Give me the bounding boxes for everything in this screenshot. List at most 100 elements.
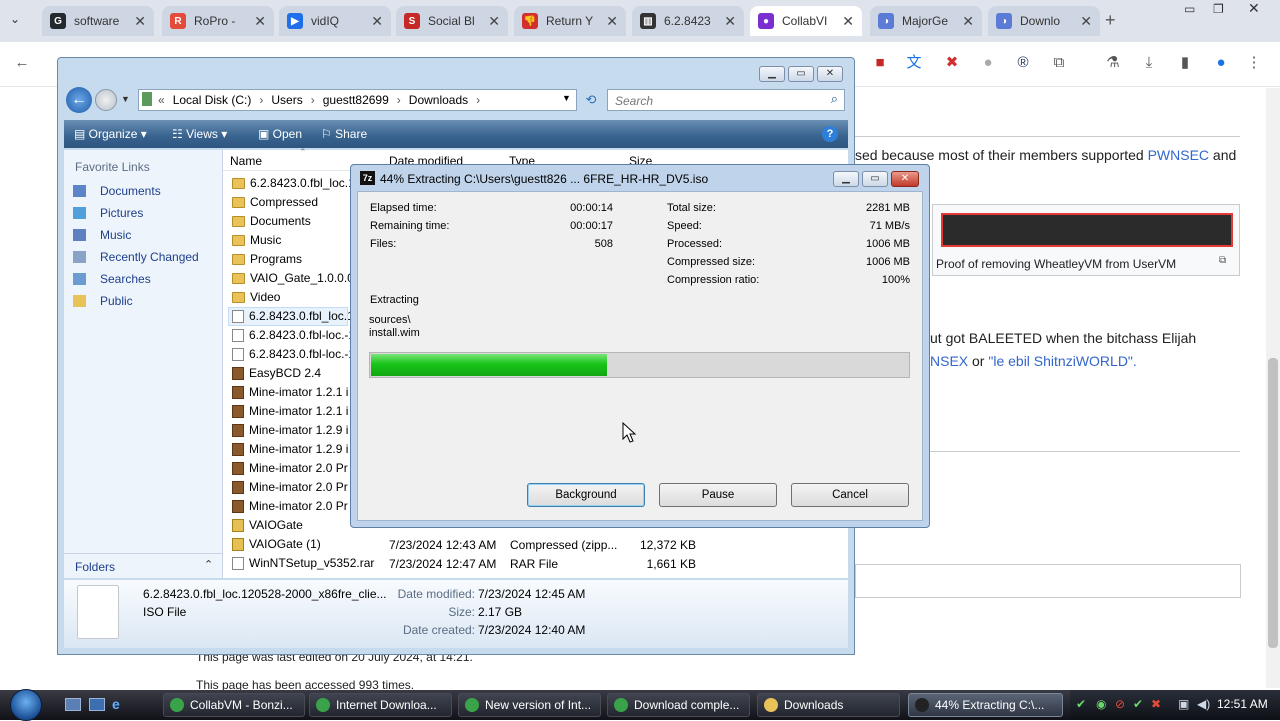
file-row[interactable]: Mine-imator 1.2.9 i bbox=[232, 423, 348, 437]
search-input[interactable]: Search ⌕ bbox=[607, 89, 845, 111]
browser-tab[interactable]: ◑ MajorGe ✕ bbox=[870, 6, 982, 36]
browser-tab[interactable]: R RoPro - ✕ bbox=[162, 6, 274, 36]
tray-check-icon[interactable]: ✔ bbox=[1076, 697, 1086, 711]
breadcrumb-separator-icon[interactable]: › bbox=[311, 93, 315, 107]
nsex-link[interactable]: NSEX bbox=[930, 353, 968, 369]
file-row[interactable]: Programs bbox=[232, 252, 302, 266]
file-row[interactable]: 6.2.8423.0.fbl-loc.-1 bbox=[232, 328, 355, 342]
browser-tab[interactable]: Gsoftware ✕ bbox=[42, 6, 154, 36]
file-row[interactable]: 6.2.8423.0.fbl-loc.-1 bbox=[232, 347, 355, 361]
help-icon[interactable]: ? bbox=[822, 126, 838, 142]
nav-item[interactable]: Public bbox=[73, 294, 133, 308]
browser-tab[interactable]: ● CollabVI ✕ bbox=[750, 6, 862, 36]
nav-item[interactable]: Music bbox=[73, 228, 131, 242]
nav-item[interactable]: Searches bbox=[73, 272, 151, 286]
tray-shield-icon[interactable]: ✔ bbox=[1133, 697, 1143, 711]
file-row[interactable]: Mine-imator 1.2.1 i bbox=[232, 385, 348, 399]
download-icon[interactable]: ⤓ bbox=[1140, 54, 1158, 72]
tab-search-chevron-icon[interactable]: ⌄ bbox=[10, 12, 20, 26]
browser-tab[interactable]: ◑ Downlo ✕ bbox=[988, 6, 1100, 36]
back-arrow-icon[interactable]: ← bbox=[13, 54, 31, 72]
explorer-minimize-button[interactable]: ▁ bbox=[759, 66, 785, 82]
breadcrumb-segment[interactable]: Users bbox=[271, 93, 302, 107]
share-button[interactable]: ⚐ Share bbox=[321, 127, 367, 141]
breadcrumb-segment[interactable]: guestt82699 bbox=[323, 93, 389, 107]
forward-button[interactable] bbox=[95, 89, 117, 111]
address-dropdown-icon[interactable]: ▼ bbox=[562, 93, 571, 103]
file-row[interactable]: Mine-imator 1.2.9 i bbox=[232, 442, 348, 456]
network-icon[interactable]: ▣ bbox=[1178, 697, 1189, 711]
explorer-close-button[interactable]: ✕ bbox=[817, 66, 843, 82]
refresh-icon[interactable]: ⟲ bbox=[580, 89, 602, 111]
views-button[interactable]: ☷ Views ▾ bbox=[172, 127, 227, 141]
organize-button[interactable]: ▤ Organize ▾ bbox=[74, 127, 147, 141]
tray-blocked-icon[interactable]: ⊘ bbox=[1115, 697, 1125, 711]
file-row[interactable]: WinNTSetup_v5352.rar bbox=[232, 556, 374, 570]
tab-close-icon[interactable]: ✕ bbox=[371, 13, 383, 30]
scrollbar-thumb[interactable] bbox=[1268, 358, 1278, 648]
explorer-maximize-button[interactable]: ▭ bbox=[788, 66, 814, 82]
side-panel-icon[interactable]: ▮ bbox=[1176, 54, 1194, 72]
browser-tab[interactable]: ▶ vidIQ ✕ bbox=[279, 6, 391, 36]
file-row[interactable]: EasyBCD 2.4 bbox=[232, 366, 321, 380]
file-row[interactable]: VAIOGate (1) bbox=[232, 537, 321, 551]
extension-dislike-icon[interactable]: ✖ bbox=[943, 54, 961, 72]
enlarge-icon[interactable]: ⧉ bbox=[1219, 255, 1226, 266]
start-orb-icon[interactable] bbox=[10, 689, 42, 721]
file-row[interactable]: Video bbox=[232, 290, 280, 304]
taskbar-button[interactable]: Download comple... bbox=[607, 693, 750, 717]
close-browser-icon[interactable]: ✕ bbox=[1248, 0, 1260, 17]
browser-tab[interactable]: ▥ 6.2.8423 ✕ bbox=[632, 6, 744, 36]
browser-tab[interactable]: S Social Bl ✕ bbox=[396, 6, 508, 36]
taskbar-button[interactable]: 44% Extracting C:\... bbox=[908, 693, 1063, 717]
nav-item[interactable]: Pictures bbox=[73, 206, 143, 220]
file-row[interactable]: Mine-imator 2.0 Pr bbox=[232, 461, 348, 475]
profile-icon[interactable]: ● bbox=[1212, 54, 1230, 72]
tab-close-icon[interactable]: ✕ bbox=[1080, 13, 1092, 30]
screenshot-thumbnail[interactable] bbox=[941, 213, 1233, 247]
dialog-close-button[interactable]: ✕ bbox=[891, 171, 919, 187]
labs-flask-icon[interactable]: ⚗ bbox=[1104, 54, 1122, 72]
taskbar-button[interactable]: Downloads bbox=[757, 693, 900, 717]
new-tab-icon[interactable]: + bbox=[1105, 10, 1116, 31]
file-row[interactable]: Music bbox=[232, 233, 281, 247]
breadcrumb-segment[interactable]: Downloads bbox=[409, 93, 468, 107]
back-button[interactable]: ← bbox=[66, 87, 92, 113]
tab-close-icon[interactable]: ✕ bbox=[488, 13, 500, 30]
browser-tab[interactable]: 👎 Return Y ✕ bbox=[514, 6, 626, 36]
tab-close-icon[interactable]: ✕ bbox=[606, 13, 618, 30]
page-scrollbar[interactable] bbox=[1266, 88, 1280, 688]
taskbar-button[interactable]: Internet Downloa... bbox=[309, 693, 452, 717]
folders-toggle[interactable]: Folders ⌃ bbox=[64, 553, 222, 578]
dialog-maximize-button[interactable]: ▭ bbox=[862, 171, 888, 187]
extensions-puzzle-icon[interactable]: ⧉ bbox=[1050, 54, 1068, 72]
file-row[interactable]: Mine-imator 1.2.1 i bbox=[232, 404, 348, 418]
breadcrumb-separator-icon[interactable]: « bbox=[158, 93, 165, 107]
file-row[interactable]: 6.2.8423.0.fbl_loc.12 bbox=[232, 176, 361, 190]
cancel-button[interactable]: Cancel bbox=[791, 483, 909, 507]
column-name[interactable]: Name bbox=[230, 154, 262, 168]
tray-idm-icon[interactable]: ◉ bbox=[1096, 697, 1106, 711]
file-row[interactable]: VAIO_Gate_1.0.0.08 bbox=[232, 271, 361, 285]
extension-cloud-icon[interactable]: ● bbox=[979, 54, 997, 72]
tab-close-icon[interactable]: ✕ bbox=[962, 13, 974, 30]
file-row[interactable]: Compressed bbox=[232, 195, 318, 209]
tab-close-icon[interactable]: ✕ bbox=[134, 13, 146, 30]
breadcrumb-separator-icon[interactable]: › bbox=[259, 93, 263, 107]
breadcrumb-segment[interactable]: Local Disk (C:) bbox=[173, 93, 252, 107]
shitnziworld-link[interactable]: "le ebil ShitnziWORLD". bbox=[988, 353, 1136, 369]
file-row[interactable]: Mine-imator 2.0 Pr bbox=[232, 480, 348, 494]
volume-icon[interactable]: ◀) bbox=[1197, 697, 1210, 711]
search-icon[interactable]: ⌕ bbox=[831, 91, 838, 107]
extension-translate-icon[interactable]: 文 bbox=[905, 54, 923, 72]
restore-browser-icon[interactable]: ❐ bbox=[1213, 2, 1224, 16]
file-row[interactable]: 6.2.8423.0.fbl_loc.12 bbox=[232, 309, 360, 323]
extension-socialblade-icon[interactable]: ■ bbox=[871, 54, 889, 72]
pwnsec-link[interactable]: PWNSEC bbox=[1148, 147, 1209, 163]
open-button[interactable]: ▣ Open bbox=[258, 127, 302, 141]
tab-close-icon[interactable]: ✕ bbox=[842, 13, 854, 30]
nav-item[interactable]: Documents bbox=[73, 184, 161, 198]
show-desktop-icon[interactable] bbox=[65, 698, 81, 711]
file-row[interactable]: VAIOGate bbox=[232, 518, 303, 532]
clock[interactable]: 12:51 AM bbox=[1217, 697, 1268, 711]
